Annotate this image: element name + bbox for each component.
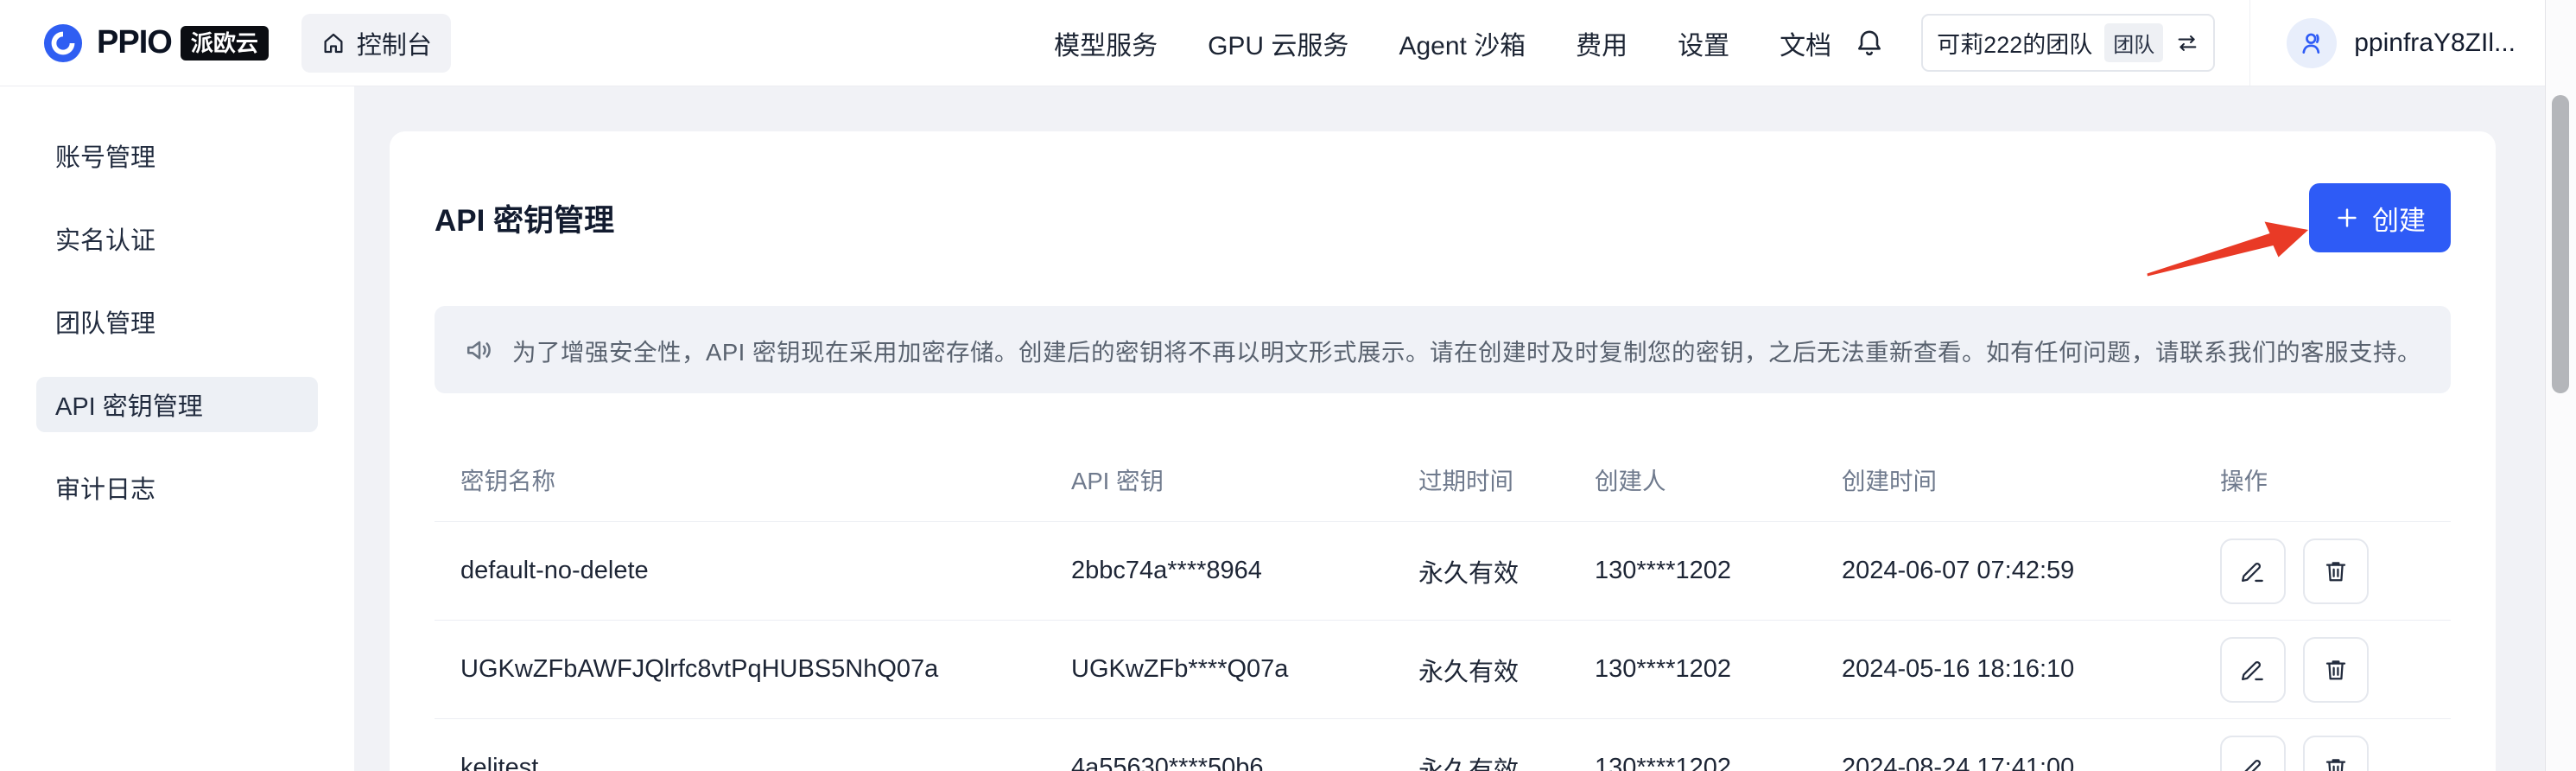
sidebar-item-team[interactable]: 团队管理 — [36, 294, 318, 349]
brand-badge: 派欧云 — [181, 26, 269, 61]
page-body: 账号管理 实名认证 团队管理 API 密钥管理 审计日志 API 密钥管理 创建 — [0, 86, 2576, 771]
pencil-icon — [2239, 656, 2267, 684]
delete-key-button[interactable] — [2303, 538, 2369, 604]
home-icon — [320, 30, 346, 56]
avatar — [2287, 18, 2337, 68]
cell-actions — [2220, 637, 2451, 703]
nav-gpu-cloud[interactable]: GPU 云服务 — [1208, 24, 1348, 62]
table-row: kelitest 4a55630****50b6 永久有效 130****120… — [435, 719, 2451, 771]
security-notice-text: 为了增强安全性，API 密钥现在采用加密存储。创建后的密钥将不再以明文形式展示。… — [512, 333, 2421, 367]
cell-key-name: kelitest — [435, 754, 1071, 771]
nav-model-service[interactable]: 模型服务 — [1054, 24, 1158, 62]
team-switcher[interactable]: 可莉222的团队 团队 — [1921, 14, 2215, 72]
sidebar-item-audit-log[interactable]: 审计日志 — [36, 460, 318, 515]
nav-agent-sandbox[interactable]: Agent 沙箱 — [1399, 24, 1526, 62]
col-header-actions: 操作 — [2220, 462, 2451, 496]
team-name: 可莉222的团队 — [1937, 26, 2092, 60]
card-header: API 密钥管理 创建 — [435, 183, 2451, 252]
notifications-bell-icon[interactable] — [1854, 28, 1885, 59]
cell-expiry: 永久有效 — [1418, 652, 1595, 688]
trash-icon — [2322, 755, 2350, 771]
ppio-logo-icon — [43, 23, 83, 63]
top-nav: 模型服务 GPU 云服务 Agent 沙箱 费用 设置 文档 — [1054, 24, 1831, 62]
delete-key-button[interactable] — [2303, 637, 2369, 703]
col-header-creator: 创建人 — [1595, 462, 1842, 496]
brand-name: PPIO — [97, 24, 172, 61]
sidebar-item-account[interactable]: 账号管理 — [36, 128, 318, 183]
api-keys-table: 密钥名称 API 密钥 过期时间 创建人 创建时间 操作 default-no-… — [435, 436, 2451, 771]
col-header-created-at: 创建时间 — [1842, 462, 2220, 496]
console-button[interactable]: 控制台 — [301, 14, 451, 73]
plus-icon — [2334, 205, 2360, 231]
topbar-divider — [2249, 0, 2250, 86]
table-header-row: 密钥名称 API 密钥 过期时间 创建人 创建时间 操作 — [435, 436, 2451, 522]
cell-api-key: 2bbc74a****8964 — [1071, 557, 1418, 585]
col-header-api-key: API 密钥 — [1071, 462, 1418, 496]
announcement-icon — [464, 335, 495, 366]
cell-creator: 130****1202 — [1595, 655, 1842, 684]
nav-docs[interactable]: 文档 — [1780, 24, 1831, 62]
user-menu[interactable]: ppinfraY8ZIl... — [2287, 18, 2516, 68]
trash-icon — [2322, 558, 2350, 585]
top-bar: PPIO 派欧云 控制台 模型服务 GPU 云服务 Agent 沙箱 费用 设置… — [0, 0, 2576, 86]
nav-settings[interactable]: 设置 — [1678, 24, 1729, 62]
cell-actions — [2220, 736, 2451, 771]
cell-created-at: 2024-05-16 18:16:10 — [1842, 655, 2220, 684]
window-scrollbar[interactable] — [2545, 0, 2576, 771]
cell-api-key: 4a55630****50b6 — [1071, 754, 1418, 771]
brand-logo[interactable]: PPIO 派欧云 — [43, 23, 269, 63]
cell-created-at: 2024-06-07 07:42:59 — [1842, 557, 2220, 585]
security-notice-banner: 为了增强安全性，API 密钥现在采用加密存储。创建后的密钥将不再以明文形式展示。… — [435, 306, 2451, 393]
cell-key-name: default-no-delete — [435, 557, 1071, 585]
cell-expiry: 永久有效 — [1418, 553, 1595, 589]
cell-creator: 130****1202 — [1595, 557, 1842, 585]
main-area: API 密钥管理 创建 为了增强安全性，API 密钥现在采用加密存储。创建后的密… — [354, 86, 2576, 771]
create-key-label: 创建 — [2372, 199, 2426, 238]
pencil-icon — [2239, 755, 2267, 771]
sidebar-item-realname[interactable]: 实名认证 — [36, 211, 318, 266]
edit-key-button[interactable] — [2220, 736, 2286, 771]
cell-creator: 130****1202 — [1595, 754, 1842, 771]
pencil-icon — [2239, 558, 2267, 585]
user-name: ppinfraY8ZIl... — [2354, 29, 2516, 58]
team-badge: 团队 — [2104, 23, 2163, 62]
edit-key-button[interactable] — [2220, 637, 2286, 703]
api-key-card: API 密钥管理 创建 为了增强安全性，API 密钥现在采用加密存储。创建后的密… — [390, 131, 2496, 771]
cell-api-key: UGKwZFb****Q07a — [1071, 655, 1418, 684]
cell-expiry: 永久有效 — [1418, 750, 1595, 771]
sidebar-item-api-keys[interactable]: API 密钥管理 — [36, 377, 318, 432]
sidebar: 账号管理 实名认证 团队管理 API 密钥管理 审计日志 — [0, 86, 354, 771]
nav-billing[interactable]: 费用 — [1576, 24, 1627, 62]
table-row: default-no-delete 2bbc74a****8964 永久有效 1… — [435, 522, 2451, 621]
table-row: UGKwZFbAWFJQlrfc8vtPqHUBS5NhQ07a UGKwZFb… — [435, 621, 2451, 719]
delete-key-button[interactable] — [2303, 736, 2369, 771]
col-header-key-name: 密钥名称 — [435, 462, 1071, 496]
console-label: 控制台 — [357, 25, 432, 61]
edit-key-button[interactable] — [2220, 538, 2286, 604]
create-key-button[interactable]: 创建 — [2309, 183, 2451, 252]
trash-icon — [2322, 656, 2350, 684]
user-icon — [2297, 29, 2326, 58]
page-title: API 密钥管理 — [435, 196, 614, 240]
cell-key-name: UGKwZFbAWFJQlrfc8vtPqHUBS5NhQ07a — [435, 655, 1071, 684]
scrollbar-thumb[interactable] — [2552, 95, 2569, 393]
col-header-expiry: 过期时间 — [1418, 462, 1595, 496]
cell-created-at: 2024-08-24 17:41:00 — [1842, 754, 2220, 771]
cell-actions — [2220, 538, 2451, 604]
switch-team-icon[interactable] — [2175, 31, 2199, 55]
